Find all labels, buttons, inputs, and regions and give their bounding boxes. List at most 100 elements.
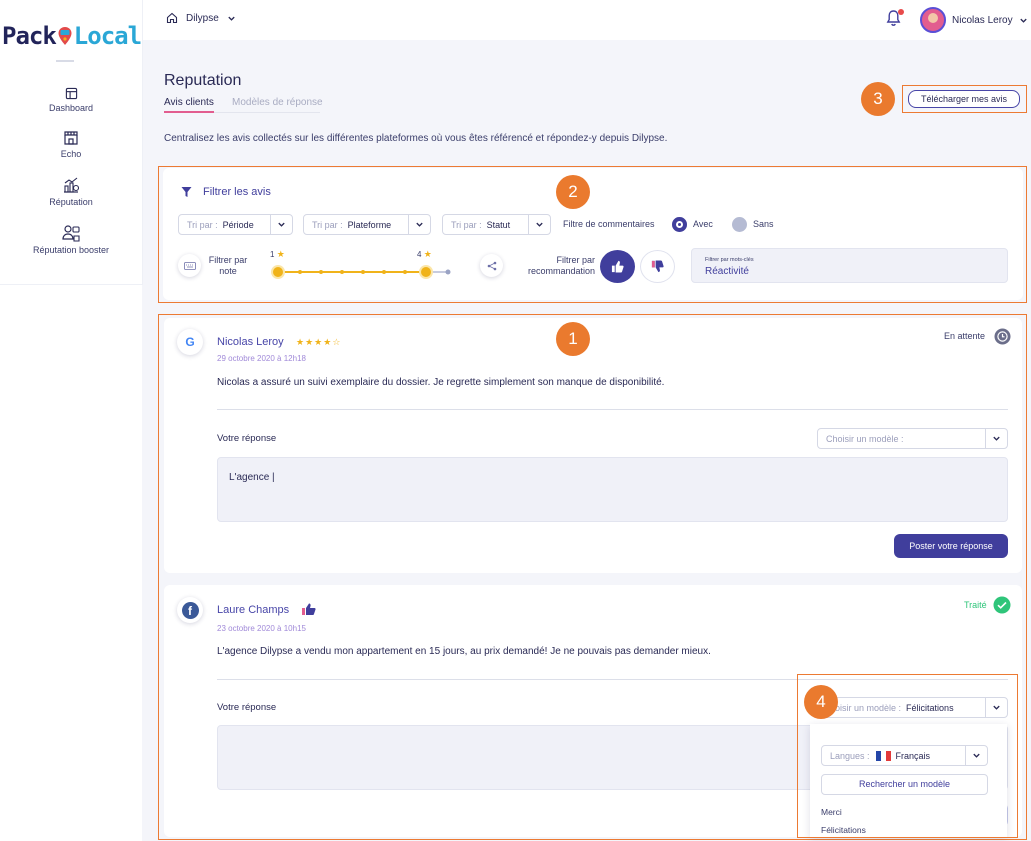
reply-textarea[interactable]: L'agence |	[217, 457, 1008, 522]
note-filter-label-line1: Filtrer par	[208, 255, 248, 265]
sidebar-item-dashboard[interactable]: Dashboard	[0, 87, 142, 113]
user-menu[interactable]: Nicolas Leroy	[920, 7, 1028, 33]
select-label: Tri par :	[451, 219, 482, 230]
sort-status-select[interactable]: Tri par : Statut	[442, 214, 551, 235]
map-pin-icon	[58, 27, 72, 45]
reviewer-name: Laure Champs	[217, 604, 290, 616]
note-filter-label: Filtrer par note	[203, 255, 253, 277]
thumbs-up-icon	[302, 603, 316, 615]
callout-badge-2: 2	[556, 175, 590, 209]
status-badge: En attente	[944, 331, 986, 341]
select-value: Statut	[486, 219, 511, 230]
tab-modeles-reponse[interactable]: Modèles de réponse	[232, 97, 323, 108]
clock-icon	[994, 328, 1011, 345]
rating-range-slider[interactable]	[270, 263, 454, 281]
breadcrumb[interactable]: Dilypse	[166, 12, 236, 24]
callout-badge-4: 4	[804, 685, 838, 719]
facebook-icon: f	[181, 601, 199, 619]
logo-part1: Pack	[2, 22, 57, 50]
recommend-yes-button[interactable]	[600, 250, 635, 283]
note-filter-label-line2: note	[219, 266, 237, 276]
layout-icon	[65, 87, 77, 100]
sort-period-select[interactable]: Tri par : Période	[178, 214, 293, 235]
keyword-filter-label: Filtrer par mots-clés	[705, 257, 754, 263]
review-date: 23 octobre 2020 à 10h15	[217, 624, 306, 633]
logo[interactable]: Pack Local	[2, 22, 142, 50]
reply-label: Votre réponse	[217, 702, 277, 713]
sidebar-item-label: Réputation	[49, 197, 93, 207]
reviewer-name: Nicolas Leroy	[217, 336, 284, 348]
google-icon: G	[177, 329, 203, 355]
logo-part2: Local	[73, 22, 142, 50]
radio-with-comments[interactable]	[672, 217, 687, 232]
chevron-down-icon	[536, 222, 543, 227]
recommend-no-button[interactable]	[640, 250, 675, 283]
download-reviews-button[interactable]: Télécharger mes avis	[908, 90, 1020, 108]
sort-platform-select[interactable]: Tri par : Plateforme	[303, 214, 431, 235]
keyword-filter-value: Réactivité	[705, 266, 749, 277]
avatar	[920, 7, 946, 33]
store-icon	[64, 131, 78, 145]
share-icon-button	[480, 254, 503, 277]
callout-badge-3: 3	[861, 82, 895, 116]
check-icon	[993, 596, 1011, 614]
star-outline-icon: ☆	[332, 337, 342, 347]
home-icon	[166, 12, 178, 24]
select-label: Tri par :	[187, 219, 218, 230]
logo-divider	[56, 60, 74, 62]
rating-stars: ★★★★☆	[296, 337, 341, 348]
slider-min-label: 1 ★	[270, 249, 286, 260]
facebook-icon-wrap: f	[177, 597, 203, 623]
sidebar-item-echo[interactable]: Echo	[0, 130, 142, 159]
chevron-down-icon	[993, 436, 1000, 441]
select-value: Plateforme	[347, 219, 392, 230]
chart-icon	[64, 177, 80, 193]
slider-max-value: 4	[417, 250, 422, 259]
star-icon: ★	[305, 337, 315, 347]
review-text: Nicolas a assuré un suivi exemplaire du …	[217, 377, 665, 388]
status-badge: Traité	[964, 600, 987, 610]
slider-min-value: 1	[270, 250, 275, 259]
select-label: Tri par :	[312, 219, 343, 230]
review-divider	[217, 409, 1008, 410]
review-date: 29 octobre 2020 à 12h18	[217, 354, 306, 363]
reco-filter-label-line2: recommandation	[527, 266, 595, 276]
sidebar-item-reputation[interactable]: Réputation	[0, 176, 142, 207]
page-title: Reputation	[164, 72, 242, 89]
thumbs-up-icon	[611, 260, 624, 273]
notification-dot	[898, 9, 904, 15]
tab-active-indicator	[164, 111, 214, 113]
reply-label: Votre réponse	[217, 433, 277, 444]
sidebar-item-label: Dashboard	[48, 103, 94, 113]
note-filter-icon-button	[178, 254, 201, 277]
template-select[interactable]: Choisir un modèle :	[817, 428, 1008, 449]
sidebar-item-label: Echo	[60, 149, 82, 159]
tab-avis-clients[interactable]: Avis clients	[164, 97, 214, 108]
callout-badge-1: 1	[556, 322, 590, 356]
chevron-down-icon	[278, 222, 285, 227]
share-icon	[487, 261, 496, 270]
chevron-down-icon	[1019, 18, 1027, 23]
sidebar-item-label: Réputation booster	[32, 245, 110, 255]
star-icon: ★	[323, 337, 333, 347]
select-value: Période	[222, 219, 254, 230]
page-description: Centralisez les avis collectés sur les d…	[164, 133, 668, 144]
select-placeholder: Choisir un modèle :	[826, 433, 904, 444]
star-icon: ★	[423, 249, 433, 259]
radio-without-comments[interactable]	[732, 217, 747, 232]
reco-filter-label-line1: Filtrer par	[556, 255, 595, 265]
review-text: L'agence Dilypse a vendu mon appartement…	[217, 646, 711, 657]
user-name: Nicolas Leroy	[952, 14, 1013, 26]
chevron-down-icon	[416, 222, 423, 227]
chevron-down-icon	[228, 16, 235, 21]
sidebar-item-reputation-booster[interactable]: Réputation booster	[0, 224, 142, 255]
thumbs-down-icon	[651, 260, 664, 273]
post-reply-button[interactable]: Poster votre réponse	[894, 534, 1008, 558]
star-icon: ★	[276, 249, 286, 259]
radio-with-label: Avec	[693, 219, 713, 229]
filter-icon	[181, 187, 192, 197]
keyboard-icon	[183, 261, 196, 270]
keyword-filter-input[interactable]: Filtrer par mots-clés Réactivité	[691, 248, 1008, 283]
star-icon: ★	[314, 337, 324, 347]
booster-icon	[62, 225, 80, 242]
